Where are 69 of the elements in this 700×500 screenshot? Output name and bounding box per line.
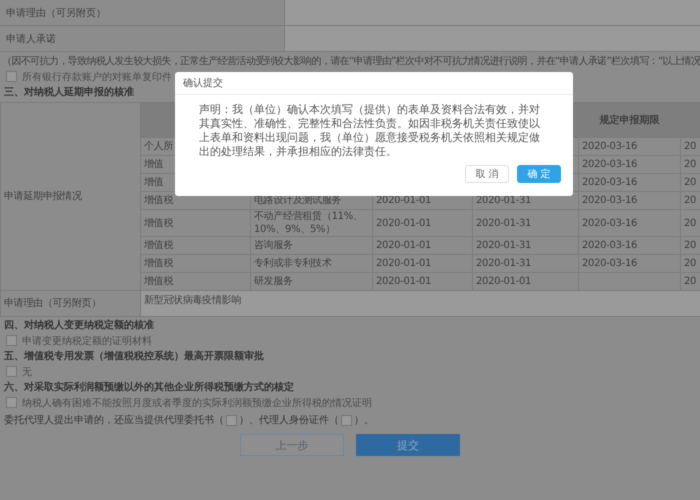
table-cell: 20 bbox=[684, 141, 696, 152]
confirm-button[interactable]: 确 定 bbox=[517, 165, 561, 183]
table-cell: 个人所 bbox=[144, 141, 174, 152]
option-label: 所有银行存款账户的对账单复印件 bbox=[22, 70, 172, 84]
field-label: 申请理由（可另附页） bbox=[4, 298, 102, 309]
table-cell: 2020-01-01 bbox=[476, 276, 532, 287]
table-cell: 增值税 bbox=[144, 218, 174, 228]
table-cell: 2020-01-31 bbox=[476, 218, 532, 228]
table-cell: 20 bbox=[684, 177, 696, 188]
dialog-title: 确认提交 bbox=[175, 72, 573, 95]
table-cell: 2020-01-01 bbox=[376, 258, 432, 269]
checkbox[interactable] bbox=[226, 414, 237, 426]
table-cell: 2020-03-16 bbox=[582, 258, 638, 269]
agent-text: ）。 bbox=[354, 414, 374, 427]
checkbox[interactable] bbox=[6, 71, 17, 82]
section-title: 四、对纳税人变更纳税定额的核准 bbox=[3, 318, 155, 333]
table-cell: 2020-01-01 bbox=[376, 195, 432, 206]
section-title: 五、增值税专用发票（增值税税控系统）最高开票限额审批 bbox=[3, 349, 265, 364]
table-cell: 增值税 bbox=[144, 195, 174, 206]
table-cell: 2020-03-16 bbox=[582, 177, 638, 188]
table-cell: 增值税 bbox=[144, 258, 174, 269]
table-cell: 20 bbox=[684, 258, 696, 269]
table-cell: 增值 bbox=[144, 159, 164, 170]
cancel-button[interactable]: 取 消 bbox=[465, 165, 509, 183]
submit-button[interactable]: 提交 bbox=[356, 434, 460, 456]
checkbox[interactable] bbox=[6, 335, 17, 346]
dialog-message: 声明：我（单位）确认本次填写（提供）的表单及资料合法有效，并对其真实性、准确性、完整性和合法性负责。如因非税务机关责任致使以上表单和资料出现问题，我（单位）愿意接受税务机关依照相关规定做出的处理结果，并承担相应的法律责任。 bbox=[199, 103, 541, 159]
table-cell: 咨询服务 bbox=[254, 240, 293, 251]
table-cell: 20 bbox=[684, 195, 696, 206]
table-cell: 2020-03-16 bbox=[582, 218, 638, 228]
table-cell: 2020-01-31 bbox=[476, 258, 532, 269]
table-cell: 2020-03-16 bbox=[582, 141, 638, 152]
column-header: 规定申报期限 bbox=[600, 115, 660, 126]
checkbox[interactable] bbox=[341, 414, 352, 426]
table-cell: 2020-01-01 bbox=[376, 276, 432, 287]
table-cell: 专利或非专利技术 bbox=[254, 258, 332, 269]
table-cell: 20 bbox=[684, 240, 696, 251]
table-cell: 2020-01-31 bbox=[476, 240, 532, 251]
table-cell: 2020-03-16 bbox=[582, 240, 638, 251]
checkbox[interactable] bbox=[6, 366, 17, 377]
option-label: 纳税人确有困难不能按照月度或者季度的实际利润额预缴企业所得税的情况证明 bbox=[22, 396, 372, 410]
input-field[interactable] bbox=[285, 26, 700, 51]
option-label: 申请变更纳税定额的证明材料 bbox=[22, 334, 152, 348]
section-title: 三、对纳税人延期申报的核准 bbox=[3, 86, 135, 100]
table-cell: 20 bbox=[684, 159, 696, 170]
option-label: 无 bbox=[22, 366, 32, 378]
note-text: （因不可抗力，导致纳税人发生较大损失，正常生产经营活动受到较大影响的，请在“申请理由”栏次中对不可抗力情况进行说明，并在“申请人承诺”栏次填写：“以上情况 bbox=[1, 54, 700, 69]
table-cell: 增值税 bbox=[144, 240, 174, 251]
table-cell: 20 bbox=[684, 276, 696, 287]
section-title: 六、对采取实际利润额预缴以外的其他企业所得税预缴方式的核定 bbox=[2, 380, 295, 395]
table-cell: 增值税 bbox=[144, 276, 174, 287]
input-field[interactable]: 新型冠状病毒疫情影响 bbox=[140, 290, 700, 316]
checkbox[interactable] bbox=[6, 397, 17, 408]
input-field[interactable] bbox=[285, 0, 700, 25]
field-label: 申请理由（可另附页） bbox=[6, 6, 106, 20]
field-label: 申请人承诺 bbox=[6, 32, 56, 46]
table-cell: 2020-01-01 bbox=[376, 240, 432, 251]
table-cell: 不动产经营租赁（11%、10%、9%、5%） bbox=[254, 211, 363, 235]
table-cell: 研发服务 bbox=[254, 276, 293, 287]
table-cell: 2020-03-16 bbox=[582, 195, 638, 206]
row-label: 申请延期申报情况 bbox=[4, 191, 82, 202]
table-cell: 2020-03-16 bbox=[582, 159, 638, 170]
table-cell: 2020-01-31 bbox=[476, 195, 532, 206]
back-button[interactable]: 上一步 bbox=[240, 434, 344, 456]
table-cell: 20 bbox=[684, 218, 696, 228]
table-cell: 增值 bbox=[144, 177, 164, 188]
table-cell: 2020-01-01 bbox=[376, 218, 432, 228]
agent-text: ）、代理人身份证件（ bbox=[239, 414, 339, 427]
agent-text: 委托代理人提出申请的，还应当提供代理委托书（ bbox=[4, 414, 224, 427]
